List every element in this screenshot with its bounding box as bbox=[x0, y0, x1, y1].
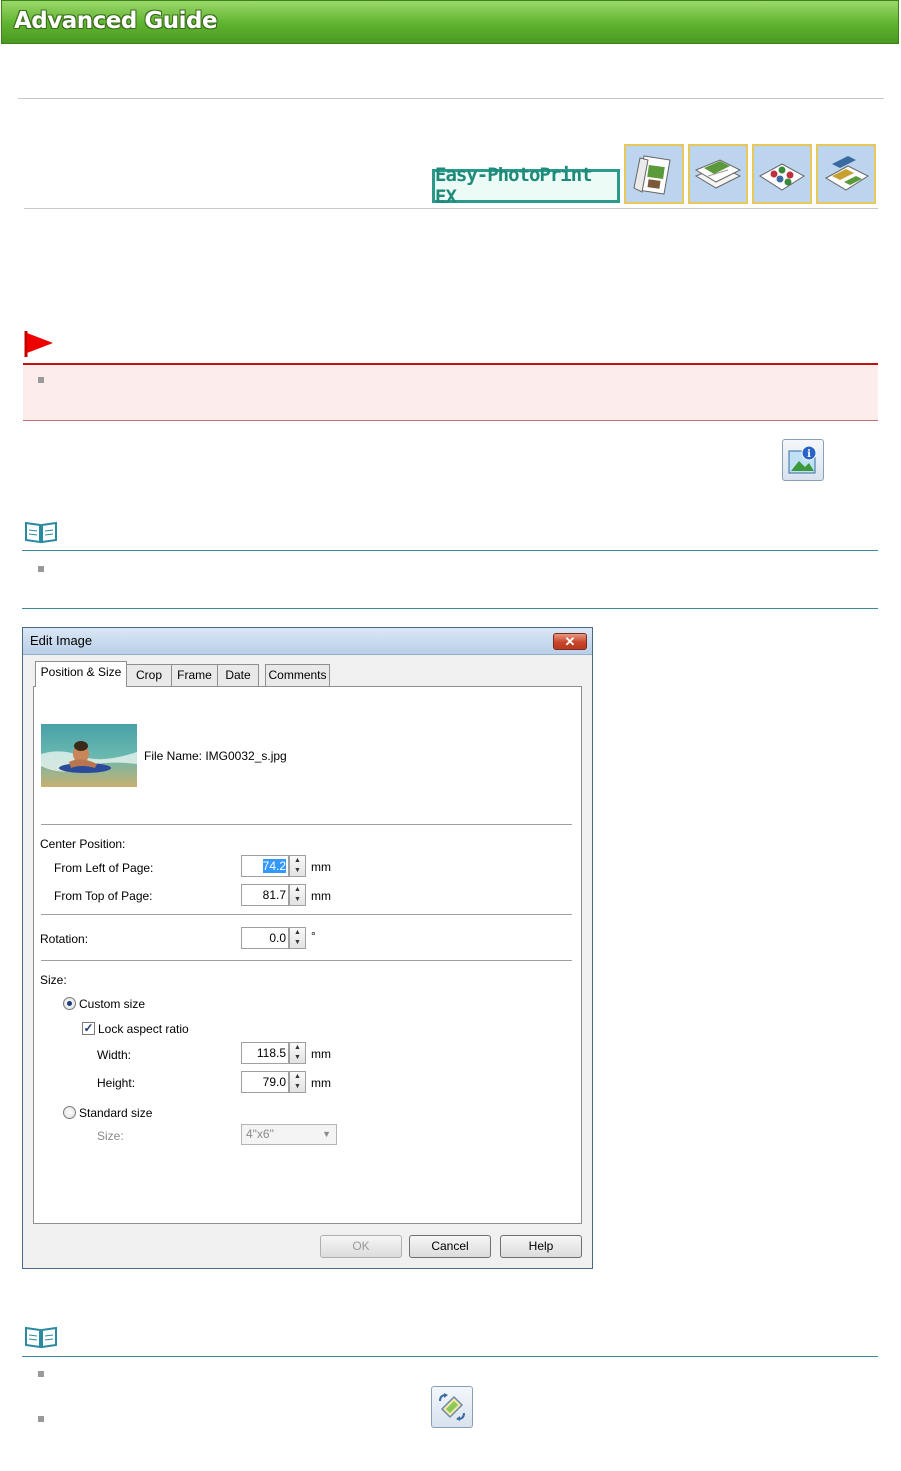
tab-frame[interactable]: Frame bbox=[171, 664, 218, 686]
file-name-label: File Name: IMG0032_s.jpg bbox=[144, 749, 287, 763]
width-label: Width: bbox=[97, 1048, 132, 1062]
note-book-icon bbox=[25, 521, 57, 544]
ok-button[interactable]: OK bbox=[320, 1235, 402, 1258]
std-size-value: 4"x6" bbox=[246, 1127, 274, 1141]
height-input[interactable]: 79.0 bbox=[241, 1071, 289, 1093]
product-badge: Easy-PhotoPrint EX bbox=[432, 164, 620, 208]
tab-crop[interactable]: Crop bbox=[126, 664, 172, 686]
bullet bbox=[38, 1416, 44, 1422]
cancel-button[interactable]: Cancel bbox=[409, 1235, 491, 1258]
calendar-icon[interactable] bbox=[688, 144, 748, 204]
lock-aspect-checkbox[interactable]: ✓ bbox=[82, 1022, 95, 1035]
unit-label: mm bbox=[311, 1076, 331, 1090]
height-label: Height: bbox=[97, 1076, 136, 1090]
standard-size-label: Standard size bbox=[79, 1106, 153, 1120]
from-left-input[interactable]: 74.2 bbox=[241, 855, 289, 877]
width-spinner[interactable]: ▲ ▼ bbox=[289, 1042, 306, 1064]
from-top-spinner[interactable]: ▲ ▼ bbox=[289, 884, 306, 906]
separator bbox=[41, 914, 572, 918]
spin-up-icon[interactable]: ▲ bbox=[290, 1043, 305, 1053]
note-divider bbox=[22, 1356, 878, 1357]
image-thumbnail bbox=[41, 724, 137, 787]
tab-comments[interactable]: Comments bbox=[265, 664, 330, 686]
edit-image-dialog: Edit Image ✕ Position & Size Crop Frame … bbox=[22, 627, 593, 1269]
rotation-spinner[interactable]: ▲ ▼ bbox=[289, 927, 306, 949]
spin-down-icon[interactable]: ▼ bbox=[290, 938, 305, 948]
size-label: Size: bbox=[40, 973, 67, 987]
divider bbox=[18, 98, 884, 99]
stickers-icon[interactable] bbox=[752, 144, 812, 204]
spin-up-icon[interactable]: ▲ bbox=[290, 928, 305, 938]
spin-down-icon[interactable]: ▼ bbox=[290, 1053, 305, 1063]
image-info-icon[interactable]: i bbox=[782, 439, 824, 481]
tab-date[interactable]: Date bbox=[217, 664, 259, 686]
bullet bbox=[38, 1371, 44, 1377]
close-button[interactable]: ✕ bbox=[553, 633, 587, 650]
custom-size-label: Custom size bbox=[79, 997, 146, 1011]
tab-position-size[interactable]: Position & Size bbox=[35, 661, 127, 687]
from-top-label: From Top of Page: bbox=[54, 889, 153, 903]
chevron-down-icon: ▼ bbox=[322, 1129, 331, 1139]
width-input[interactable]: 118.5 bbox=[241, 1042, 289, 1064]
caution-flag-icon bbox=[24, 331, 53, 357]
layout-print-icon[interactable] bbox=[816, 144, 876, 204]
dialog-title: Edit Image bbox=[30, 633, 93, 648]
divider bbox=[24, 208, 878, 209]
from-left-value: 74.2 bbox=[262, 859, 286, 873]
svg-text:i: i bbox=[807, 449, 811, 460]
unit-label: mm bbox=[311, 860, 331, 874]
std-size-label: Size: bbox=[97, 1129, 124, 1143]
spin-down-icon[interactable]: ▼ bbox=[290, 866, 305, 876]
separator bbox=[41, 960, 572, 964]
center-position-label: Center Position: bbox=[40, 837, 126, 851]
header-title: Advanced Guide bbox=[14, 8, 218, 34]
from-top-input[interactable]: 81.7 bbox=[241, 884, 289, 906]
rotation-label: Rotation: bbox=[40, 932, 89, 946]
standard-size-radio[interactable] bbox=[63, 1106, 76, 1119]
tab-panel: File Name: IMG0032_s.jpg Center Position… bbox=[33, 686, 582, 1224]
note-divider bbox=[22, 608, 878, 609]
from-left-label: From Left of Page: bbox=[54, 861, 154, 875]
unit-label: mm bbox=[311, 1047, 331, 1061]
height-spinner[interactable]: ▲ ▼ bbox=[289, 1071, 306, 1093]
album-icon[interactable] bbox=[624, 144, 684, 204]
note-divider bbox=[22, 550, 878, 551]
std-size-dropdown[interactable]: 4"x6" ▼ bbox=[241, 1124, 337, 1145]
spin-down-icon[interactable]: ▼ bbox=[290, 1082, 305, 1092]
dialog-titlebar bbox=[23, 628, 592, 655]
separator bbox=[41, 824, 572, 828]
spin-up-icon[interactable]: ▲ bbox=[290, 1072, 305, 1082]
from-left-spinner[interactable]: ▲ ▼ bbox=[289, 855, 306, 877]
help-button[interactable]: Help bbox=[500, 1235, 582, 1258]
edit-image-tool-icon[interactable] bbox=[431, 1386, 473, 1428]
unit-label: mm bbox=[311, 889, 331, 903]
degree-label: ° bbox=[311, 929, 316, 943]
caution-box bbox=[23, 363, 878, 421]
note-book-icon bbox=[25, 1326, 57, 1349]
bullet bbox=[38, 566, 44, 572]
custom-size-radio[interactable] bbox=[63, 997, 76, 1010]
spin-down-icon[interactable]: ▼ bbox=[290, 895, 305, 905]
lock-aspect-label: Lock aspect ratio bbox=[98, 1022, 189, 1036]
bullet bbox=[38, 377, 44, 383]
rotation-input[interactable]: 0.0 bbox=[241, 927, 289, 949]
spin-up-icon[interactable]: ▲ bbox=[290, 885, 305, 895]
spin-up-icon[interactable]: ▲ bbox=[290, 856, 305, 866]
